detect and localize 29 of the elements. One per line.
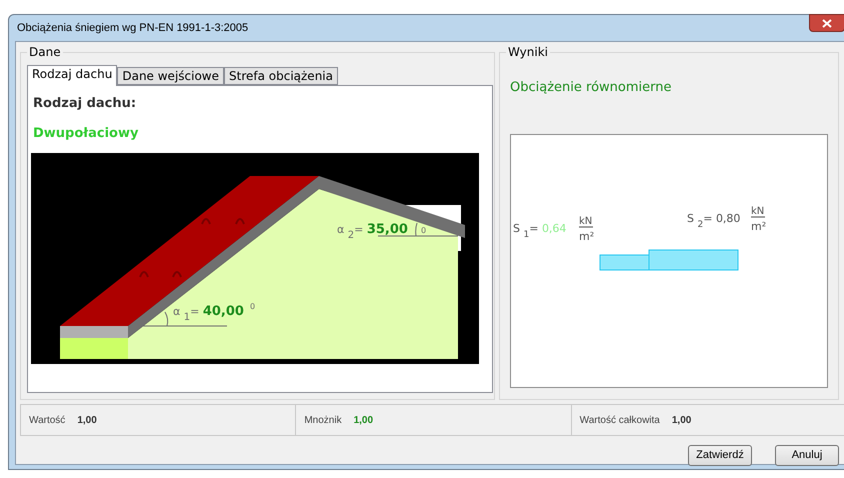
close-icon <box>822 18 832 28</box>
load-label: S $_{2}$= 0,80 <box>687 212 740 230</box>
group-legend: Dane <box>27 45 63 59</box>
unit-numerator: kN <box>751 206 764 216</box>
unit-numerator: kN <box>579 216 592 226</box>
tab[interactable]: Dane wejściowe <box>117 67 224 85</box>
close-button[interactable] <box>809 14 844 32</box>
roof-type-label: Dwupołaciowy <box>33 124 140 142</box>
window-title: Obciążenia śniegiem wg PN-EN 1991-1-3:2005 <box>17 20 248 36</box>
degree-mark: 0 <box>250 302 256 311</box>
status-label: Wartość <box>29 414 66 428</box>
unit-denominator: m² <box>579 230 594 242</box>
angle-label: α 2= 35,00 <box>337 222 408 241</box>
status-value: 1,00 <box>672 414 692 428</box>
tab[interactable]: Rodzaj dachu <box>27 65 118 86</box>
angle-label: α 1= 40,00 <box>173 304 244 323</box>
tab[interactable]: Strefa obciążenia <box>224 67 338 85</box>
cancel-button[interactable]: Anuluj <box>775 445 839 466</box>
status-value: 1,00 <box>354 414 374 428</box>
status-label: Mnożnik <box>304 414 342 428</box>
load-type-label: Obciążenie równomierne <box>510 79 672 97</box>
status-value: 1,00 <box>77 414 97 428</box>
degree-mark: 0 <box>421 226 426 235</box>
load-label: S $_{1}$= 0,64 <box>513 222 566 240</box>
confirm-button[interactable]: Zatwierdź <box>688 445 752 466</box>
unit-denominator: m² <box>751 220 766 232</box>
status-label: Wartość całkowita <box>580 414 660 428</box>
section-heading: Rodzaj dachu: <box>33 95 138 113</box>
group-legend: Wyniki <box>506 45 550 59</box>
